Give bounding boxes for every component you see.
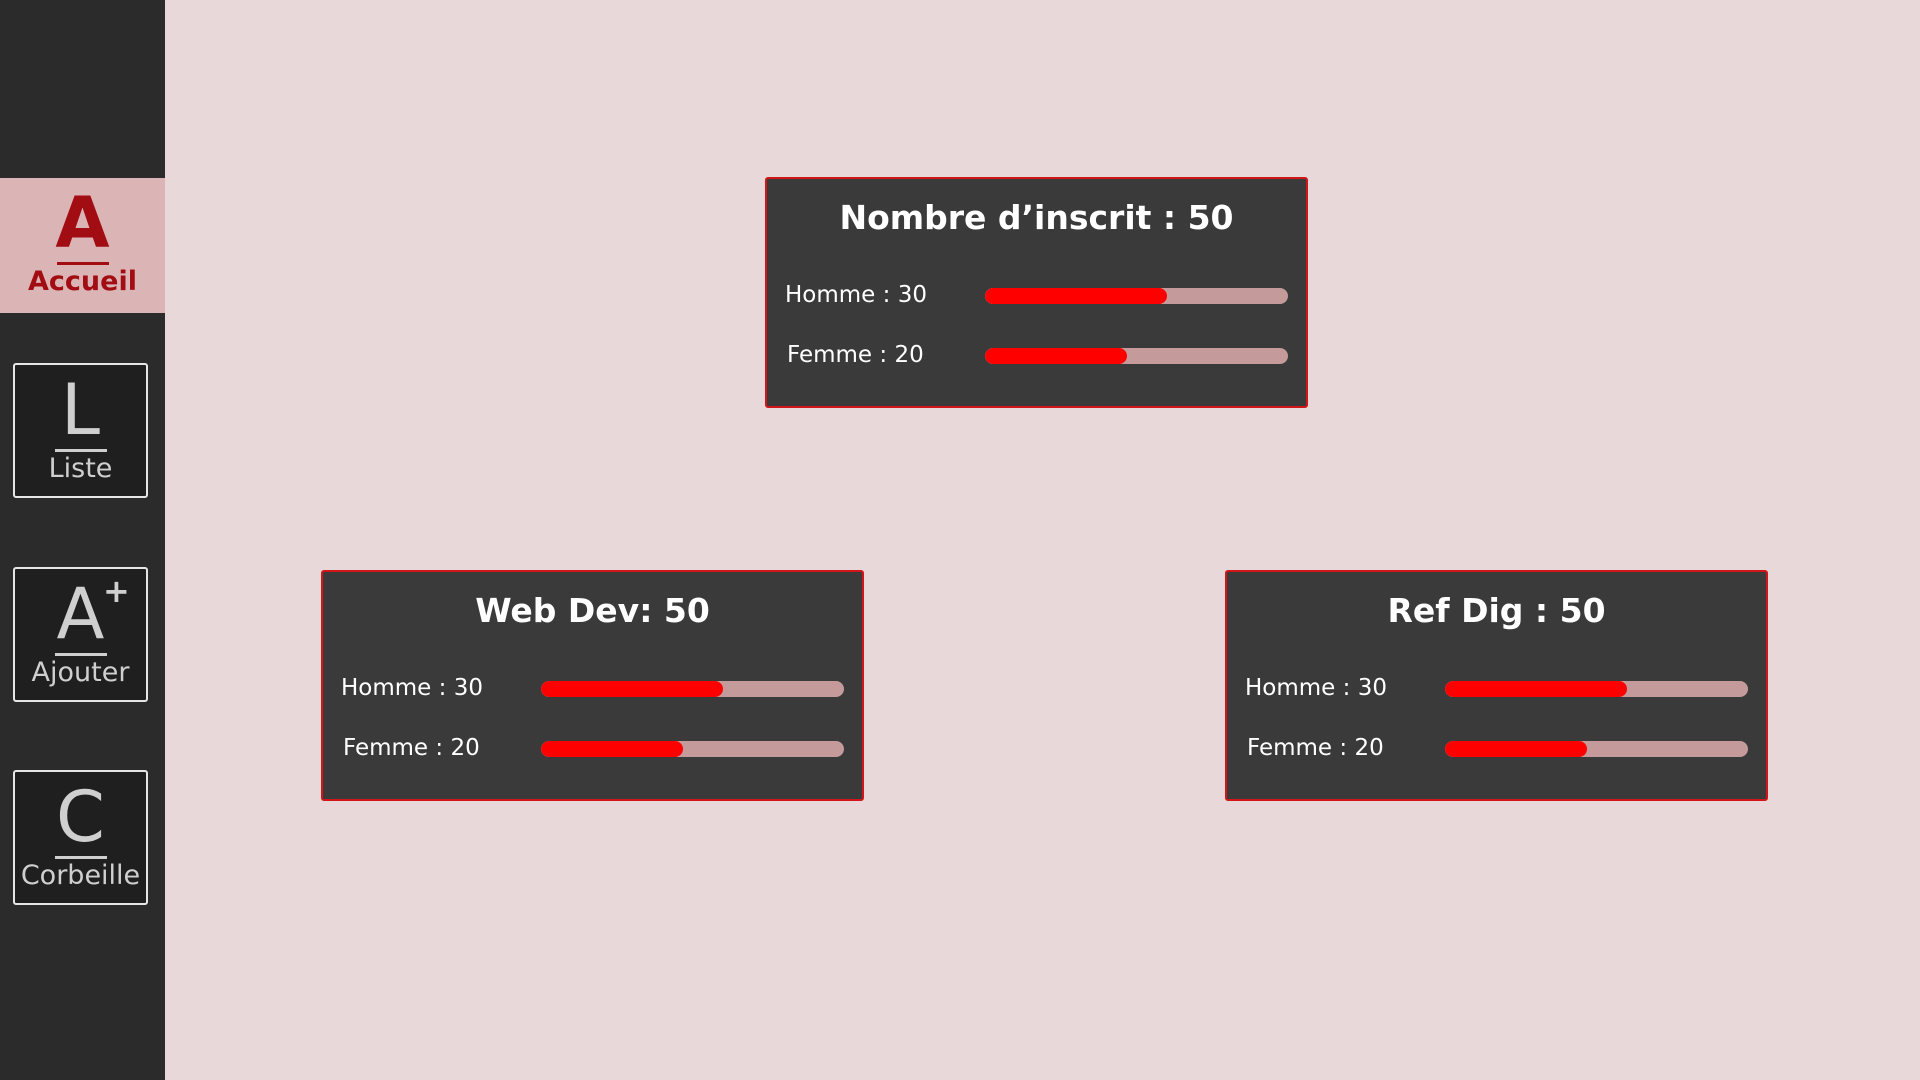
homme-progress-bar	[985, 288, 1288, 304]
ajouter-icon: A +	[15, 572, 146, 657]
ajouter-icon-letter: A	[56, 573, 105, 655]
homme-progress-fill	[1445, 681, 1627, 697]
femme-label: Femme : 20	[343, 735, 480, 761]
refdig-stats-card: Ref Dig : 50 Homme : 30 Femme : 20	[1225, 570, 1768, 801]
accueil-icon-underline	[56, 262, 109, 265]
homme-label: Homme : 30	[341, 675, 483, 701]
card-title: Web Dev: 50	[475, 591, 710, 630]
nav-ajouter-label: Ajouter	[31, 657, 130, 688]
ajouter-icon-underline	[54, 653, 107, 656]
homme-progress-bar	[541, 681, 844, 697]
webdev-stats-card: Web Dev: 50 Homme : 30 Femme : 20	[321, 570, 864, 801]
nav-corbeille-button[interactable]: C Corbeille	[13, 770, 148, 905]
femme-progress-fill	[1445, 741, 1588, 757]
card-title: Ref Dig : 50	[1387, 591, 1606, 630]
liste-icon-letter: L	[61, 369, 100, 451]
nav-accueil-label: Accueil	[28, 266, 137, 297]
accueil-icon: A	[0, 186, 165, 266]
femme-progress-bar	[985, 348, 1288, 364]
liste-icon-underline	[54, 449, 107, 452]
corbeille-icon-underline	[54, 856, 107, 859]
plus-icon: +	[103, 572, 130, 610]
homme-label: Homme : 30	[785, 282, 927, 308]
nav-ajouter-button[interactable]: A + Ajouter	[13, 567, 148, 702]
nav-accueil-button[interactable]: A Accueil	[0, 178, 165, 313]
femme-label: Femme : 20	[787, 342, 924, 368]
homme-progress-fill	[985, 288, 1167, 304]
corbeille-icon: C	[15, 780, 146, 860]
sidebar: A Accueil L Liste A + Ajouter C Corbeill…	[0, 0, 165, 1080]
liste-icon: L	[15, 373, 146, 453]
homme-label: Homme : 30	[1245, 675, 1387, 701]
femme-progress-bar	[541, 741, 844, 757]
card-title: Nombre d’inscrit : 50	[839, 198, 1234, 237]
nav-corbeille-label: Corbeille	[20, 860, 141, 891]
total-stats-card: Nombre d’inscrit : 50 Homme : 30 Femme :…	[765, 177, 1308, 408]
femme-progress-fill	[541, 741, 684, 757]
nav-liste-button[interactable]: L Liste	[13, 363, 148, 498]
femme-label: Femme : 20	[1247, 735, 1384, 761]
femme-progress-fill	[985, 348, 1128, 364]
homme-progress-fill	[541, 681, 723, 697]
nav-liste-label: Liste	[48, 453, 113, 484]
corbeille-icon-letter: C	[56, 776, 105, 858]
accueil-icon-letter: A	[55, 182, 110, 264]
femme-progress-bar	[1445, 741, 1748, 757]
homme-progress-bar	[1445, 681, 1748, 697]
